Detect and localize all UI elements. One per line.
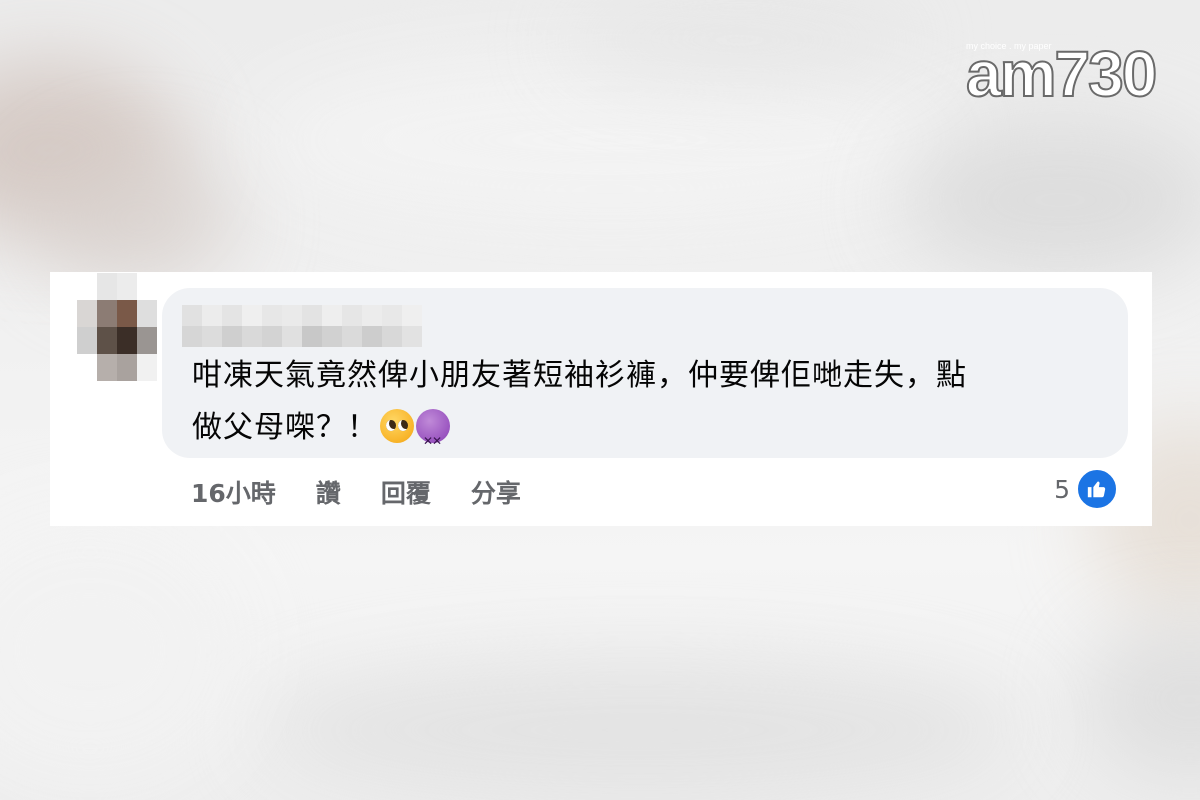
reaction-summary[interactable]: 5	[1054, 468, 1118, 510]
comment-line-1: 咁凍天氣竟然俾小朋友著短袖衫褲，仲要俾佢哋走失，點	[192, 358, 967, 393]
avatar[interactable]	[77, 273, 157, 381]
comment-line-2-text: 做父母㗎？！	[192, 410, 378, 445]
share-button[interactable]: 分享	[471, 474, 521, 510]
comment-line-2: 做父母㗎？！	[192, 402, 1092, 467]
comment-text: 咁凍天氣竟然俾小朋友著短袖衫褲，仲要俾佢哋走失，點 做父母㗎？！	[192, 350, 1092, 467]
comment-card: 咁凍天氣竟然俾小朋友著短袖衫褲，仲要俾佢哋走失，點 做父母㗎？！ 16小時 讚 …	[50, 272, 1152, 526]
reaction-count: 5	[1054, 474, 1070, 504]
author-name-redacted[interactable]	[182, 305, 422, 347]
timestamp[interactable]: 16小時	[191, 474, 276, 510]
logo-wordmark: am730	[965, 38, 1158, 110]
pleading-face-icon	[380, 409, 414, 443]
am730-logo: my choice . my paper am730	[965, 38, 1158, 110]
comment-actions: 16小時 讚 回覆 分享	[191, 472, 561, 512]
like-button[interactable]: 讚	[316, 474, 341, 510]
dizzy-face-icon	[416, 409, 450, 467]
reply-button[interactable]: 回覆	[381, 474, 431, 510]
thumbs-up-icon	[1076, 468, 1118, 510]
comment-bubble: 咁凍天氣竟然俾小朋友著短袖衫褲，仲要俾佢哋走失，點 做父母㗎？！	[162, 288, 1128, 467]
